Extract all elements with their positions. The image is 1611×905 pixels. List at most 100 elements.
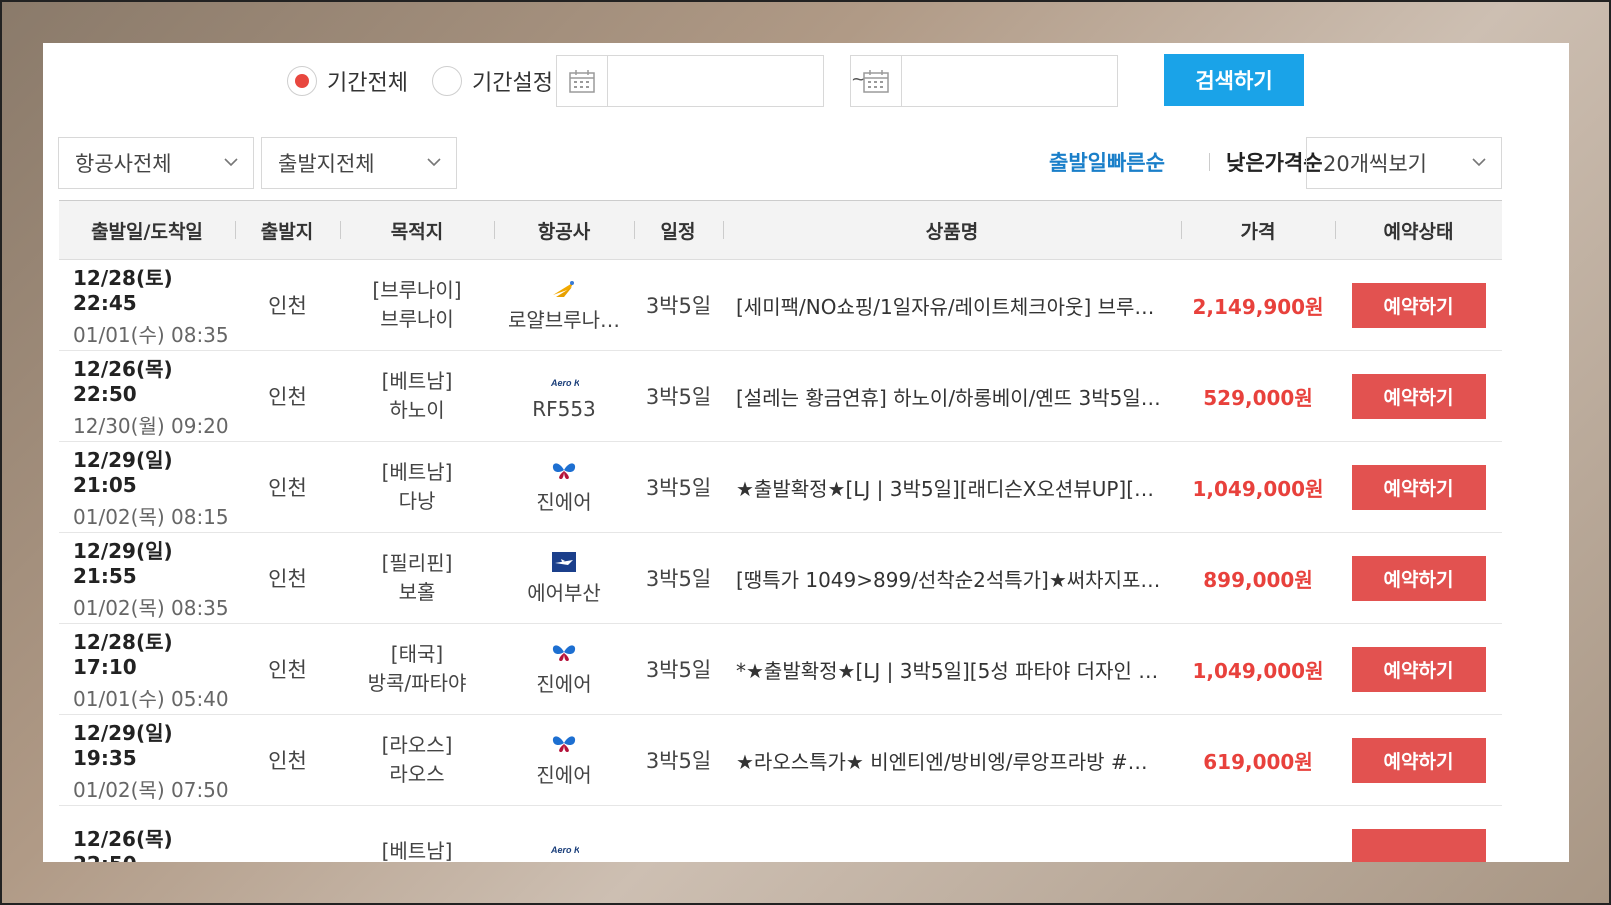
departure-city: 인천 <box>268 749 307 773</box>
status-cell: 예약하기 <box>1335 624 1502 714</box>
destination-cell: [태국] 방콕/파타야 <box>340 624 494 714</box>
arrival-datetime: 12/30(월) 09:20 <box>73 414 229 438</box>
book-button[interactable] <box>1351 828 1486 862</box>
schedule: 3박5일 <box>645 658 712 682</box>
radio-set-period[interactable]: 기간설정 <box>432 65 553 97</box>
product-name-link[interactable]: [세미팩/NO쇼핑/1일자유/레이트체크아웃] 브루… <box>736 260 1166 350</box>
search-button[interactable]: 검색하기 <box>1164 54 1304 106</box>
destination-country: [베트남] <box>381 460 453 484</box>
price: 529,000원 <box>1203 385 1313 410</box>
date-to-input[interactable] <box>902 56 1117 106</box>
page-size-select[interactable]: 20개씩보기 <box>1306 137 1502 189</box>
table-row: 12/26(목) 22:50 12/30(월) 09:20 인천 [베트남] 하노이 Ae… <box>59 351 1502 442</box>
product-name-link[interactable] <box>736 806 1166 862</box>
arrival-datetime: 01/01(수) 05:40 <box>73 687 229 711</box>
date-cell: 12/28(토) 17:10 01/01(수) 05:40 <box>73 624 235 714</box>
jin-air-logo <box>551 460 577 482</box>
status-cell: 예약하기 <box>1335 715 1502 805</box>
departure-datetime: 12/29(일) 21:05 <box>73 448 173 497</box>
book-button[interactable]: 예약하기 <box>1351 373 1486 419</box>
airline-cell: 에어부산 <box>494 533 634 623</box>
destination-country: [브루나이] <box>372 278 462 302</box>
departure-select-value: 출발지전체 <box>278 152 375 176</box>
book-button[interactable]: 예약하기 <box>1351 555 1486 601</box>
header-from: 출발지 <box>260 220 314 243</box>
product-name-link[interactable]: [땡특가 1049>899/선착순2석특가]★써차지포… <box>736 533 1166 623</box>
radio-range-label: 기간설정 <box>472 71 553 96</box>
arrival-datetime: 01/02(목) 08:15 <box>73 505 229 529</box>
radio-unselected-icon <box>432 66 462 96</box>
destination-country: [베트남] <box>381 838 453 863</box>
sort-divider <box>1209 153 1210 171</box>
table-row: 12/29(일) 21:55 01/02(목) 08:35 인천 [필리핀] 보홀 에어부… <box>59 533 1502 624</box>
aero-k-logo: Aero K <box>549 838 579 860</box>
status-cell <box>1335 806 1502 862</box>
schedule: 3박5일 <box>645 385 712 409</box>
book-button[interactable]: 예약하기 <box>1351 737 1486 783</box>
date-from-field[interactable] <box>556 55 824 107</box>
destination-country: [필리핀] <box>381 551 453 575</box>
price: 899,000원 <box>1203 567 1313 592</box>
arrival-datetime: 01/02(목) 07:50 <box>73 778 229 802</box>
destination-city: 다낭 <box>398 489 436 513</box>
chevron-down-icon <box>427 158 441 167</box>
destination-cell: [필리핀] 보홀 <box>340 533 494 623</box>
status-cell: 예약하기 <box>1335 260 1502 350</box>
date-cell: 12/28(토) 22:45 01/01(수) 08:35 <box>73 260 235 350</box>
departure-city: 인천 <box>268 658 307 682</box>
status-cell: 예약하기 <box>1335 442 1502 532</box>
royal-brunei-logo <box>550 278 578 300</box>
departure-city: 인천 <box>268 385 307 409</box>
book-button[interactable]: 예약하기 <box>1351 646 1486 692</box>
radio-all-period[interactable]: 기간전체 <box>287 65 408 97</box>
destination-cell: [브루나이] 브루나이 <box>340 260 494 350</box>
price <box>1181 806 1335 862</box>
destination-city: 방콕/파타야 <box>367 671 467 695</box>
departure-city <box>235 806 340 862</box>
departure-datetime: 12/26(목) 22:50 <box>73 826 173 863</box>
product-name-link[interactable]: [설레는 황금연휴] 하노이/하롱베이/옌뜨 3박5일… <box>736 351 1166 441</box>
destination-country: [태국] <box>390 642 444 666</box>
air-busan-logo <box>551 551 577 573</box>
calendar-icon[interactable] <box>851 56 902 106</box>
destination-cell: [베트남] 다낭 <box>340 442 494 532</box>
airline-name: 진에어 <box>536 762 592 787</box>
arrival-datetime: 01/01(수) 08:35 <box>73 323 229 347</box>
header-schedule: 일정 <box>660 220 696 243</box>
product-name-link[interactable]: *★출발확정★[LJ | 3박5일][5성 파타야 더자인 … <box>736 624 1166 714</box>
schedule: 3박5일 <box>645 567 712 591</box>
price: 1,049,000원 <box>1192 476 1324 501</box>
jin-air-logo <box>551 642 577 664</box>
book-button[interactable]: 예약하기 <box>1351 282 1486 328</box>
header-to: 목적지 <box>390 220 444 243</box>
book-button[interactable]: 예약하기 <box>1351 464 1486 510</box>
schedule: 3박5일 <box>645 749 712 773</box>
aero-k-logo: Aero K <box>549 371 579 393</box>
date-from-input[interactable] <box>608 56 823 106</box>
date-to-field[interactable] <box>850 55 1118 107</box>
price: 2,149,900원 <box>1192 294 1324 319</box>
svg-text:Aero K: Aero K <box>550 378 579 388</box>
airline-cell: Aero K RF553 <box>494 351 634 441</box>
table-row: 12/28(토) 17:10 01/01(수) 05:40 인천 [태국] 방콕/파타야… <box>59 624 1502 715</box>
table-row: 12/29(일) 19:35 01/02(목) 07:50 인천 [라오스] 라오스 진에… <box>59 715 1502 806</box>
departure-select[interactable]: 출발지전체 <box>261 137 457 189</box>
airline-cell: Aero K <box>494 806 634 862</box>
table-row: 12/28(토) 22:45 01/01(수) 08:35 인천 [브루나이] 브루나이… <box>59 260 1502 351</box>
calendar-icon[interactable] <box>557 56 608 106</box>
header-product: 상품명 <box>925 220 979 243</box>
airline-cell: 진에어 <box>494 715 634 805</box>
airline-name: 에어부산 <box>527 580 601 605</box>
destination-cell: [베트남] <box>340 806 494 863</box>
departure-datetime: 12/26(목) 22:50 <box>73 357 173 406</box>
destination-city: 브루나이 <box>380 307 454 331</box>
table-header: 출발일/도착일 출발지 목적지 항공사 일정 상품명 가격 예약상태 <box>59 200 1502 260</box>
product-name-link[interactable]: ★출발확정★[LJ | 3박5일][래디슨X오션뷰UP][… <box>736 442 1166 532</box>
departure-datetime: 12/29(일) 19:35 <box>73 721 173 770</box>
svg-text:Aero K: Aero K <box>550 845 579 855</box>
airline-select[interactable]: 항공사전체 <box>58 137 254 189</box>
product-name-link[interactable]: ★라오스특가★ 비엔티엔/방비엥/루앙프라방 #… <box>736 715 1166 805</box>
date-cell: 12/29(일) 21:05 01/02(목) 08:15 <box>73 442 235 532</box>
airline-name: 진에어 <box>536 671 592 696</box>
sort-departure-link[interactable]: 출발일빠른순 <box>1049 147 1165 177</box>
